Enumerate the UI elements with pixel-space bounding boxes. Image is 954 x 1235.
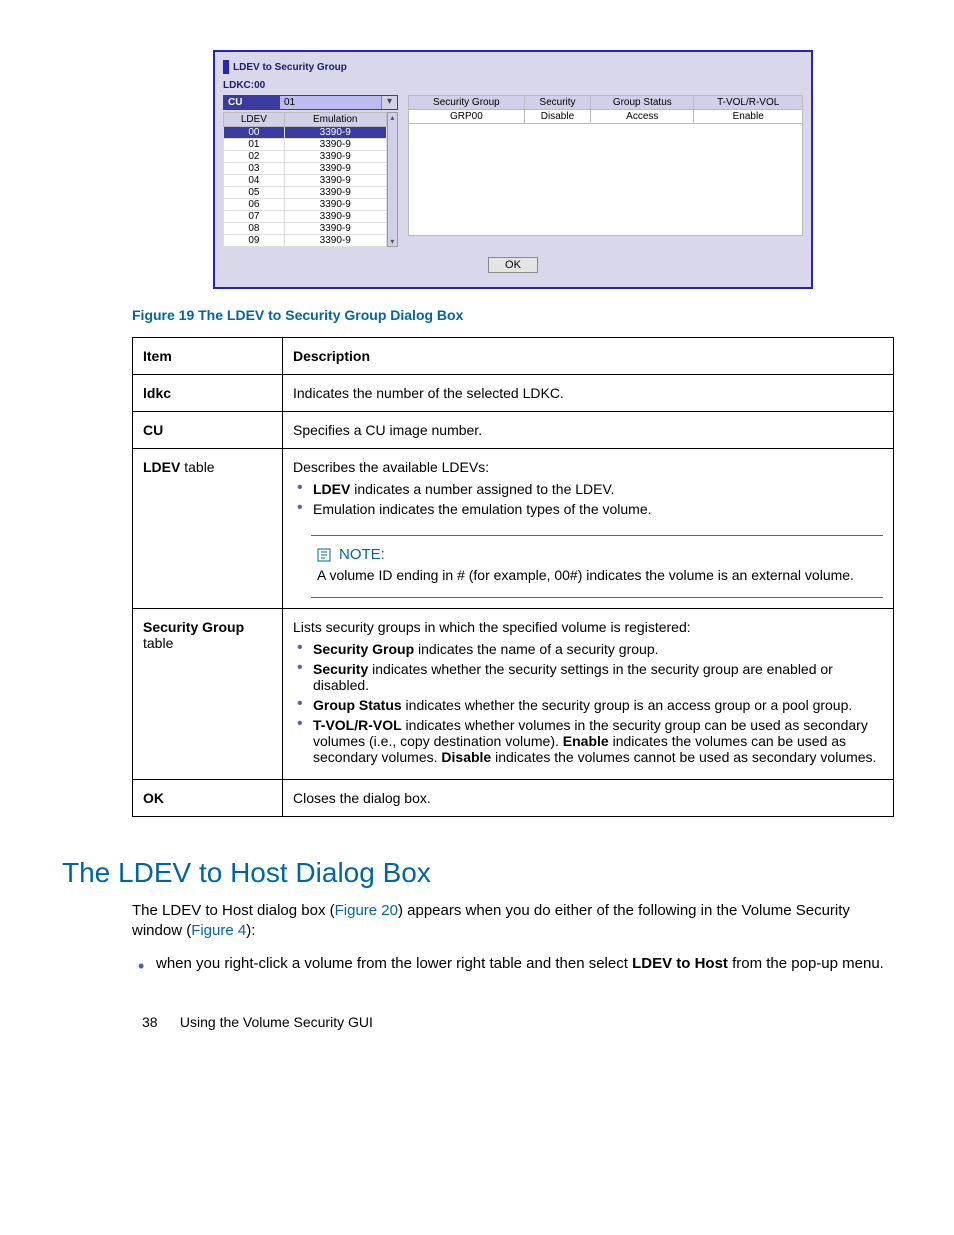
- security-group-table[interactable]: Security Group Security Group Status T-V…: [408, 95, 803, 124]
- ok-button[interactable]: OK: [488, 257, 538, 273]
- desc-head-desc: Description: [283, 338, 894, 375]
- footer-text: Using the Volume Security GUI: [180, 1014, 373, 1030]
- ldev-to-security-group-dialog: LDEV to Security Group LDKC:00 CU 01 ▾ L…: [213, 50, 813, 289]
- table-row[interactable]: 063390-9: [224, 199, 387, 211]
- dialog-title: LDEV to Security Group: [223, 60, 803, 74]
- desc-text-security-group-table: Lists security groups in which the speci…: [283, 609, 894, 780]
- emulation-col-header: Emulation: [284, 113, 386, 127]
- description-table: Item Description ldkc Indicates the numb…: [132, 337, 894, 817]
- note-icon: [317, 548, 333, 562]
- title-marker-icon: [223, 60, 229, 74]
- section-heading: The LDEV to Host Dialog Box: [62, 857, 894, 889]
- chevron-down-icon[interactable]: ▾: [381, 96, 397, 109]
- table-row[interactable]: 043390-9: [224, 175, 387, 187]
- table-row[interactable]: 053390-9: [224, 187, 387, 199]
- desc-head-item: Item: [133, 338, 283, 375]
- desc-text-ldkc: Indicates the number of the selected LDK…: [283, 375, 894, 412]
- page-number: 38: [142, 1014, 176, 1030]
- table-row[interactable]: 033390-9: [224, 163, 387, 175]
- page-footer: 38 Using the Volume Security GUI: [132, 1014, 894, 1030]
- col-group-status: Group Status: [591, 96, 694, 110]
- desc-item-security-group-table: Security Group table: [133, 609, 283, 780]
- table-row[interactable]: 073390-9: [224, 211, 387, 223]
- desc-item-ok: OK: [133, 780, 283, 817]
- section-paragraph: The LDEV to Host dialog box (Figure 20) …: [132, 901, 894, 942]
- note-block: NOTE: A volume ID ending in # (for examp…: [311, 535, 883, 598]
- ldev-col-header: LDEV: [224, 113, 285, 127]
- table-row[interactable]: 013390-9: [224, 139, 387, 151]
- table-row[interactable]: GRP00 Disable Access Enable: [409, 110, 803, 124]
- scroll-down-icon[interactable]: ▾: [388, 237, 397, 246]
- scrollbar[interactable]: ▴ ▾: [387, 112, 398, 247]
- table-row[interactable]: 023390-9: [224, 151, 387, 163]
- dialog-title-text: LDEV to Security Group: [233, 62, 347, 73]
- ldkc-label: LDKC:00: [223, 80, 803, 91]
- desc-text-cu: Specifies a CU image number.: [283, 412, 894, 449]
- cu-value: 01: [280, 96, 381, 109]
- cu-label: CU: [224, 96, 280, 109]
- desc-item-ldev-table: LDEV table: [133, 449, 283, 609]
- col-tvol-rvol: T-VOL/R-VOL: [694, 96, 803, 110]
- table-row[interactable]: 093390-9: [224, 235, 387, 247]
- ldev-table[interactable]: LDEV Emulation 003390-9 013390-9 023390-…: [223, 112, 387, 247]
- link-figure-20[interactable]: Figure 20: [335, 902, 398, 919]
- section-list: when you right-click a volume from the l…: [132, 954, 894, 974]
- desc-text-ldev-table: Describes the available LDEVs: LDEV indi…: [283, 449, 894, 609]
- col-security-group: Security Group: [409, 96, 525, 110]
- figure-caption: Figure 19 The LDEV to Security Group Dia…: [132, 307, 894, 323]
- desc-item-cu: CU: [133, 412, 283, 449]
- table-row[interactable]: 083390-9: [224, 223, 387, 235]
- desc-item-ldkc: ldkc: [133, 375, 283, 412]
- scroll-up-icon[interactable]: ▴: [388, 113, 397, 122]
- list-item: when you right-click a volume from the l…: [156, 954, 894, 974]
- desc-text-ok: Closes the dialog box.: [283, 780, 894, 817]
- cu-selector[interactable]: CU 01 ▾: [223, 95, 398, 110]
- col-security: Security: [524, 96, 590, 110]
- table-row[interactable]: 003390-9: [224, 127, 387, 139]
- security-group-table-body: [408, 124, 803, 236]
- link-figure-4[interactable]: Figure 4: [191, 922, 246, 939]
